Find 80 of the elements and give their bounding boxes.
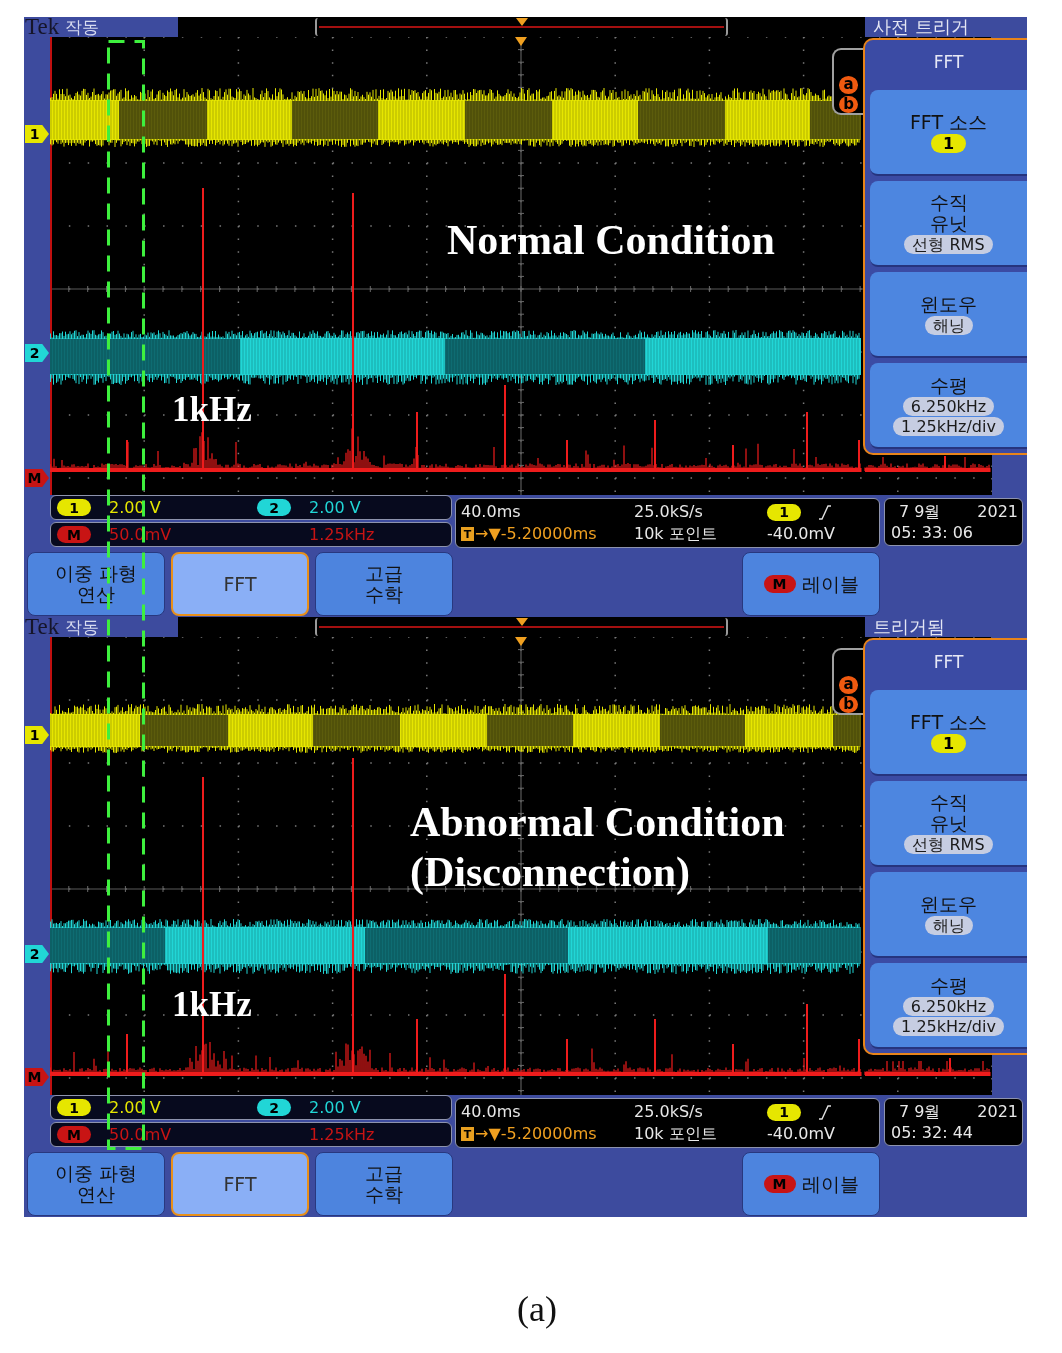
- channel-value: 1: [930, 133, 967, 153]
- sample-rate-readout: 25.0kS/s: [634, 501, 704, 523]
- menu-button[interactable]: 수직 유닛 선형 RMS: [870, 781, 1027, 867]
- channel-marker: M: [25, 1068, 49, 1086]
- year-readout: 2021: [977, 1101, 1018, 1122]
- annotation-text: Abnormal Condition (Disconnection): [410, 798, 785, 898]
- menu-button[interactable]: 윈도우 해닝: [870, 872, 1027, 958]
- trigger-source-badge: 1: [767, 1103, 801, 1121]
- run-state-label: 작동: [65, 617, 100, 637]
- option-value: 선형 RMS: [904, 835, 993, 854]
- time-readout: 05: 33: 06: [891, 523, 974, 542]
- channel-marker: 1: [25, 125, 49, 143]
- record-length-readout: 10k 포인트: [634, 1123, 718, 1145]
- menu-title: FFT: [932, 50, 965, 74]
- channel-marker: 2: [25, 344, 49, 362]
- function-button[interactable]: FFT: [171, 1152, 309, 1216]
- channel-badge: M: [57, 526, 91, 543]
- channel-marker: 1: [25, 726, 49, 744]
- year-readout: 2021: [977, 501, 1018, 522]
- channel-badge: M: [57, 1126, 91, 1143]
- cursor-marker: a: [839, 76, 858, 94]
- menu-button[interactable]: 수직 유닛 선형 RMS: [870, 181, 1027, 267]
- function-button[interactable]: FFT: [171, 552, 309, 616]
- sample-rate-readout: 25.0kS/s: [634, 1101, 704, 1123]
- channel-badge: 2: [257, 499, 291, 516]
- menu-button[interactable]: 수평 6.250kHz 1.25kHz/div: [870, 363, 1027, 449]
- trigger-badge: T: [461, 1127, 474, 1141]
- cursor-marker: b: [839, 95, 858, 113]
- channel-marker: M: [25, 469, 49, 487]
- function-button[interactable]: 고급 수학: [315, 1152, 453, 1216]
- menu-button[interactable]: FFT 소스 1: [870, 690, 1027, 776]
- option-value: 6.250kHz: [902, 396, 995, 416]
- math-badge: M: [763, 575, 796, 593]
- channel-badge: 1: [57, 1099, 91, 1116]
- channel-value: 1: [930, 733, 967, 753]
- scale-readout: 2.00 V: [309, 497, 361, 518]
- scale-readout: 2.00 V: [309, 1097, 361, 1118]
- time-scale-readout: 40.0ms: [461, 501, 522, 523]
- channel-badge: 1: [57, 499, 91, 516]
- frequency-scale-readout: 1.25kHz: [309, 524, 375, 545]
- option-value: 선형 RMS: [904, 235, 993, 254]
- function-button[interactable]: M 레이블: [742, 552, 880, 616]
- function-button[interactable]: 고급 수학: [315, 552, 453, 616]
- menu-button[interactable]: 수평 6.250kHz 1.25kHz/div: [870, 963, 1027, 1049]
- menu-button[interactable]: 윈도우 해닝: [870, 272, 1027, 358]
- option-value: 6.250kHz: [902, 996, 995, 1016]
- frequency-scale-readout: 1.25kHz: [309, 1124, 375, 1145]
- option-value: 1.25kHz/div: [893, 416, 1004, 436]
- brand-label: Tek: [25, 617, 60, 637]
- date-readout: 7 9월: [899, 501, 941, 522]
- figure-caption: (a): [517, 1288, 557, 1331]
- time-readout: 05: 32: 44: [891, 1123, 974, 1142]
- menu-title: FFT: [932, 650, 965, 674]
- trigger-state-label: 트리거됨: [872, 617, 946, 637]
- option-value: 해닝: [924, 915, 973, 935]
- rising-edge-icon: [819, 1104, 831, 1120]
- rising-edge-icon: [819, 504, 831, 520]
- delay-readout: →▼-5.20000ms: [475, 1123, 597, 1145]
- trigger-source-badge: 1: [767, 503, 801, 521]
- annotation-text: Normal Condition: [447, 216, 775, 265]
- cursor-marker: b: [839, 695, 858, 713]
- brand-label: Tek: [25, 17, 60, 37]
- function-button[interactable]: M 레이블: [742, 1152, 880, 1216]
- trigger-level-readout: -40.0mV: [767, 1123, 836, 1145]
- channel-badge: 2: [257, 1099, 291, 1116]
- trigger-level-readout: -40.0mV: [767, 523, 836, 545]
- delay-readout: →▼-5.20000ms: [475, 523, 597, 545]
- menu-button[interactable]: FFT 소스 1: [870, 90, 1027, 176]
- trigger-badge: T: [461, 527, 474, 541]
- function-button[interactable]: 이중 파형 연산: [27, 1152, 165, 1216]
- channel-marker: 2: [25, 945, 49, 963]
- trigger-state-label: 사전 트리거: [872, 17, 970, 37]
- cursor-marker: a: [839, 676, 858, 694]
- option-value: 해닝: [924, 315, 973, 335]
- option-value: 1.25kHz/div: [893, 1016, 1004, 1036]
- time-scale-readout: 40.0ms: [461, 1101, 522, 1123]
- date-readout: 7 9월: [899, 1101, 941, 1122]
- record-length-readout: 10k 포인트: [634, 523, 718, 545]
- math-badge: M: [763, 1175, 796, 1193]
- run-state-label: 작동: [65, 17, 100, 37]
